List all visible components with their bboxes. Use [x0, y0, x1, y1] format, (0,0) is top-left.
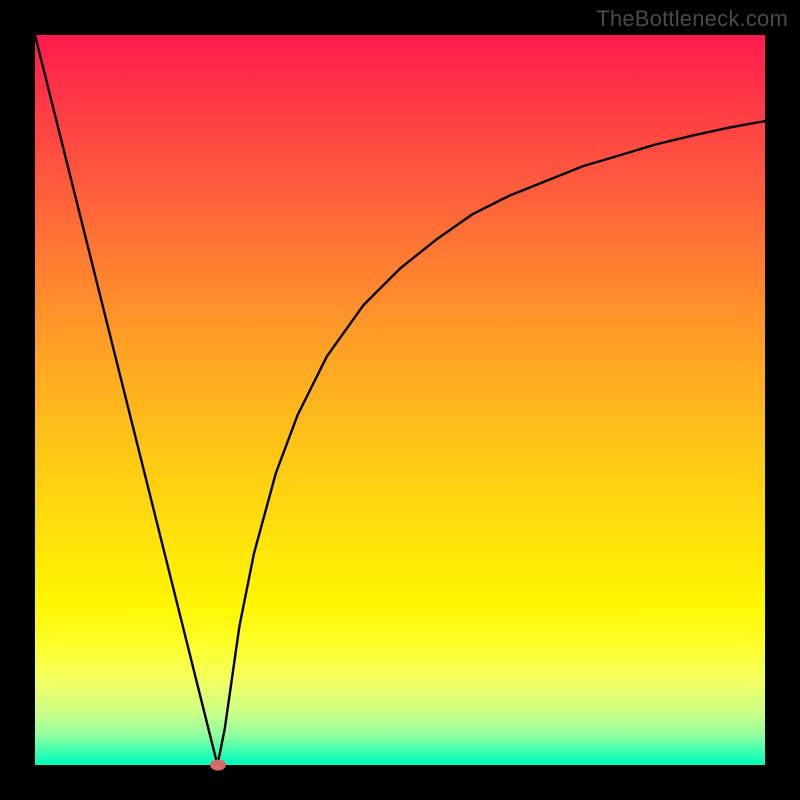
- bottleneck-curve: [35, 35, 765, 765]
- curve-svg: [35, 35, 765, 765]
- watermark-text: TheBottleneck.com: [596, 6, 788, 32]
- plot-area: [35, 35, 765, 765]
- chart-frame: TheBottleneck.com: [0, 0, 800, 800]
- minimum-marker: [210, 760, 226, 771]
